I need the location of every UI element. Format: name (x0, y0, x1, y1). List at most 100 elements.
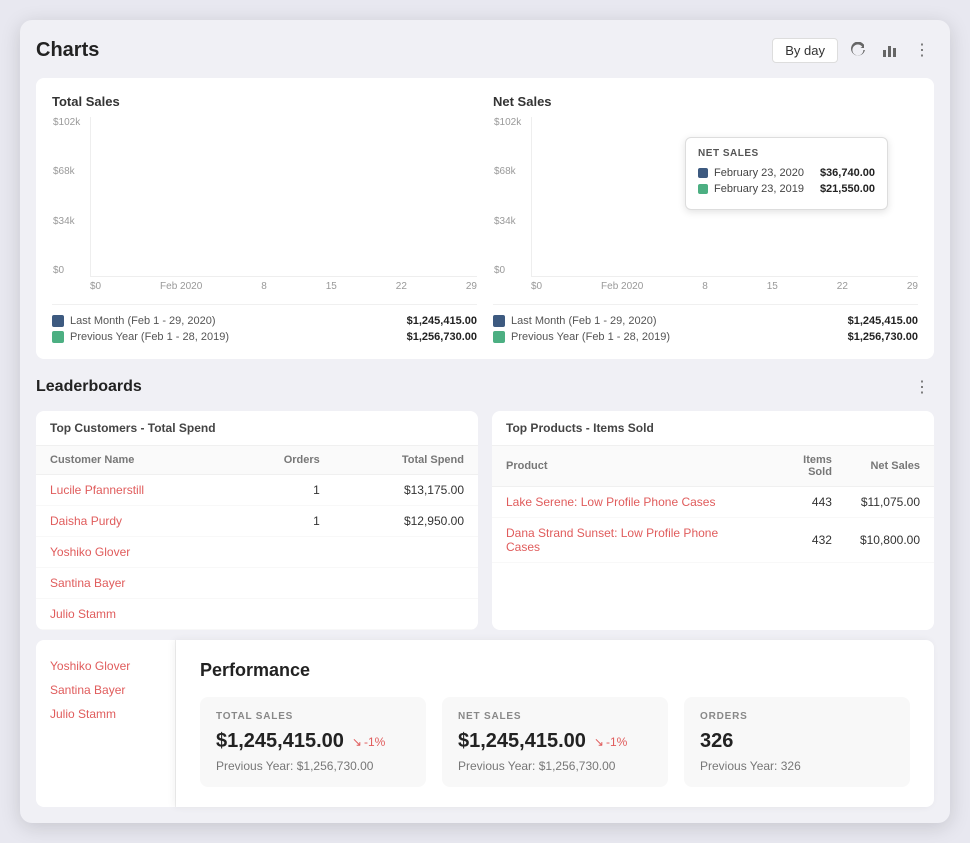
leaderboards-header: Leaderboards ⋮ (36, 373, 934, 401)
header-controls: By day ⋮ (772, 36, 934, 64)
product-link[interactable]: Lake Serene: Low Profile Phone Cases (506, 495, 715, 509)
more-options-icon[interactable]: ⋮ (910, 36, 934, 64)
net-legend-item-last-month: Last Month (Feb 1 - 29, 2020) $1,245,415… (493, 315, 918, 327)
table-row: Yoshiko Glover (36, 537, 478, 568)
legend-dot-dark (52, 315, 64, 327)
legend-dot-green (52, 331, 64, 343)
net-sales-value: $10,800.00 (846, 518, 934, 563)
perf-orders-label: ORDERS (700, 711, 894, 722)
top-products-col-headers: Product Items Sold Net Sales (492, 446, 934, 487)
top-customers-header: Top Customers - Total Spend (36, 411, 478, 446)
top-customers-card: Top Customers - Total Spend Customer Nam… (36, 411, 478, 630)
top-customers-table: Customer Name Orders Total Spend Lucile … (36, 446, 478, 630)
col-total-spend: Total Spend (334, 446, 478, 475)
customer-link[interactable]: Julio Stamm (50, 607, 116, 621)
perf-net-sales-prev: Previous Year: $1,256,730.00 (458, 759, 652, 773)
perf-total-sales-prev: Previous Year: $1,256,730.00 (216, 759, 410, 773)
net-legend-dot-dark (493, 315, 505, 327)
tooltip-title: NET SALES (698, 148, 875, 159)
sidebar-santina[interactable]: Santina Bayer (50, 678, 161, 702)
net-sales-x-labels: $0 Feb 2020 8 15 22 29 (493, 281, 918, 292)
col-orders: Orders (231, 446, 334, 475)
net-sales-tooltip: NET SALES February 23, 2020 $36,740.00 (685, 137, 888, 210)
table-row: Santina Bayer (36, 568, 478, 599)
spend-value (334, 599, 478, 630)
leaderboards-title: Leaderboards (36, 378, 142, 396)
perf-orders-value: 326 (700, 730, 733, 753)
spend-value: $12,950.00 (334, 506, 478, 537)
tooltip-dot-dark (698, 168, 708, 178)
col-items-sold: Items Sold (763, 446, 846, 487)
top-products-body: Lake Serene: Low Profile Phone Cases 443$… (492, 487, 934, 563)
leaderboards-section: Leaderboards ⋮ Top Customers - Total Spe… (36, 373, 934, 630)
table-row: Dana Strand Sunset: Low Profile Phone Ca… (492, 518, 934, 563)
charts-section: Total Sales $102k $68k $34k $0 $0 Fe (36, 78, 934, 359)
table-row: Daisha Purdy 1$12,950.00 (36, 506, 478, 537)
spend-value: $13,175.00 (334, 475, 478, 506)
net-legend-dot-green (493, 331, 505, 343)
perf-total-sales-value-row: $1,245,415.00 ↘ -1% (216, 730, 410, 753)
net-legend-item-prev-year: Previous Year (Feb 1 - 28, 2019) $1,256,… (493, 331, 918, 343)
total-sales-y-labels: $102k $68k $34k $0 (53, 117, 80, 276)
perf-total-sales-label: TOTAL SALES (216, 711, 410, 722)
perf-net-sales-value: $1,245,415.00 (458, 730, 586, 753)
perf-net-sales-change: ↘ -1% (594, 735, 627, 749)
net-sales-value: $11,075.00 (846, 487, 934, 518)
tooltip-row-2019: February 23, 2019 $21,550.00 (698, 183, 875, 195)
performance-grid: TOTAL SALES $1,245,415.00 ↘ -1% Previous… (200, 697, 910, 787)
perf-net-sales-value-row: $1,245,415.00 ↘ -1% (458, 730, 652, 753)
net-sales-legend: Last Month (Feb 1 - 29, 2020) $1,245,415… (493, 304, 918, 343)
order-count: 1 (231, 475, 334, 506)
top-products-table: Product Items Sold Net Sales Lake Serene… (492, 446, 934, 563)
col-product: Product (492, 446, 763, 487)
perf-total-sales: TOTAL SALES $1,245,415.00 ↘ -1% Previous… (200, 697, 426, 787)
net-sales-chart: Net Sales NET SALES February 23, 2020 $3… (493, 94, 918, 343)
charts-grid: Total Sales $102k $68k $34k $0 $0 Fe (52, 94, 918, 343)
col-net-sales: Net Sales (846, 446, 934, 487)
order-count (231, 537, 334, 568)
items-sold-value: 443 (763, 487, 846, 518)
top-customers-body: Lucile Pfannerstill1$13,175.00Daisha Pur… (36, 475, 478, 630)
items-sold-value: 432 (763, 518, 846, 563)
perf-net-sales-label: NET SALES (458, 711, 652, 722)
tooltip-dot-green (698, 184, 708, 194)
customer-link[interactable]: Daisha Purdy (50, 514, 122, 528)
table-row: Lake Serene: Low Profile Phone Cases 443$… (492, 487, 934, 518)
page-title: Charts (36, 39, 99, 62)
leaderboards-more-icon[interactable]: ⋮ (910, 373, 934, 401)
table-row: Julio Stamm (36, 599, 478, 630)
bottom-section: Leaderboards ⋮ Top Customers - Total Spe… (36, 373, 934, 807)
refresh-icon[interactable] (846, 38, 870, 62)
perf-total-sales-value: $1,245,415.00 (216, 730, 344, 753)
chart-icon[interactable] (878, 38, 902, 62)
legend-item-last-month: Last Month (Feb 1 - 29, 2020) $1,245,415… (52, 315, 477, 327)
performance-title: Performance (200, 660, 910, 681)
performance-panel: Performance TOTAL SALES $1,245,415.00 ↘ … (176, 640, 934, 807)
total-sales-title: Total Sales (52, 94, 477, 109)
net-sales-y-labels: $102k $68k $34k $0 (494, 117, 521, 276)
table-row: Lucile Pfannerstill 1$13,175.00 (36, 475, 478, 506)
product-link[interactable]: Dana Strand Sunset: Low Profile Phone Ca… (506, 526, 718, 554)
top-customers-col-headers: Customer Name Orders Total Spend (36, 446, 478, 475)
sidebar-julio[interactable]: Julio Stamm (50, 702, 161, 726)
net-sales-title: Net Sales (493, 94, 918, 109)
legend-item-prev-year: Previous Year (Feb 1 - 28, 2019) $1,256,… (52, 331, 477, 343)
perf-orders-value-row: 326 (700, 730, 894, 753)
perf-orders-prev: Previous Year: 326 (700, 759, 894, 773)
sidebar-strip: Yoshiko Glover Santina Bayer Julio Stamm (36, 640, 176, 807)
by-day-button[interactable]: By day (772, 38, 838, 63)
total-sales-x-labels: $0 Feb 2020 8 15 22 29 (52, 281, 477, 292)
sidebar-yoshiko[interactable]: Yoshiko Glover (50, 654, 161, 678)
perf-net-sales: NET SALES $1,245,415.00 ↘ -1% Previous Y… (442, 697, 668, 787)
col-customer-name: Customer Name (36, 446, 231, 475)
customer-link[interactable]: Santina Bayer (50, 576, 125, 590)
order-count: 1 (231, 506, 334, 537)
total-sales-chart-area: $102k $68k $34k $0 (90, 117, 477, 277)
spend-value (334, 568, 478, 599)
leaderboards-grid: Top Customers - Total Spend Customer Nam… (36, 411, 934, 630)
customer-link[interactable]: Lucile Pfannerstill (50, 483, 144, 497)
perf-total-sales-change: ↘ -1% (352, 735, 385, 749)
spend-value (334, 537, 478, 568)
customer-link[interactable]: Yoshiko Glover (50, 545, 130, 559)
tooltip-row-2020: February 23, 2020 $36,740.00 (698, 167, 875, 179)
